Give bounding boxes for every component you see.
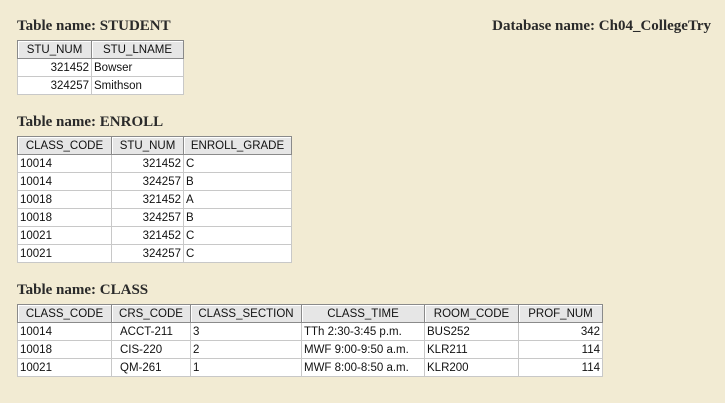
enroll-table-title: Table name: ENROLL (17, 114, 164, 130)
database-name-label: Database name: Ch04_CollegeTry (492, 18, 711, 34)
class-table: CLASS_CODE CRS_CODE CLASS_SECTION CLASS_… (17, 304, 603, 377)
column-header-class-code[interactable]: CLASS_CODE (17, 136, 112, 155)
cell-class-code: 10014 (17, 154, 112, 173)
cell-enroll-grade: A (183, 190, 292, 209)
table-row[interactable]: 324257 Smithson (17, 76, 184, 95)
cell-enroll-grade: B (183, 208, 292, 227)
cell-prof-num: 114 (518, 358, 603, 377)
cell-stu-num: 324257 (111, 244, 184, 263)
column-header-class-code[interactable]: CLASS_CODE (17, 304, 112, 323)
cell-stu-num: 321452 (111, 190, 184, 209)
table-row[interactable]: 10018 324257 B (17, 208, 292, 227)
cell-class-time: MWF 9:00-9:50 a.m. (301, 340, 425, 359)
cell-class-code: 10021 (17, 226, 112, 245)
cell-room-code: BUS252 (424, 322, 519, 341)
cell-class-time: TTh 2:30-3:45 p.m. (301, 322, 425, 341)
cell-crs-code: QM-261 (111, 358, 191, 377)
cell-class-code: 10014 (17, 172, 112, 191)
table-row[interactable]: 321452 Bowser (17, 58, 184, 77)
column-header-class-section[interactable]: CLASS_SECTION (190, 304, 302, 323)
column-header-prof-num[interactable]: PROF_NUM (518, 304, 603, 323)
cell-stu-lname: Smithson (91, 76, 184, 95)
column-header-crs-code[interactable]: CRS_CODE (111, 304, 191, 323)
student-table: STU_NUM STU_LNAME 321452 Bowser 324257 S… (17, 40, 184, 95)
column-header-class-time[interactable]: CLASS_TIME (301, 304, 425, 323)
cell-class-code: 10014 (17, 322, 112, 341)
cell-class-code: 10021 (17, 244, 112, 263)
cell-class-code: 10018 (17, 340, 112, 359)
table-row[interactable]: 10014 324257 B (17, 172, 292, 191)
cell-prof-num: 114 (518, 340, 603, 359)
table-header-row: STU_NUM STU_LNAME (17, 40, 184, 59)
cell-enroll-grade: C (183, 244, 292, 263)
cell-class-section: 1 (190, 358, 302, 377)
table-row[interactable]: 10021 324257 C (17, 244, 292, 263)
table-row[interactable]: 10021 321452 C (17, 226, 292, 245)
cell-stu-num: 324257 (111, 172, 184, 191)
cell-class-code: 10021 (17, 358, 112, 377)
cell-class-code: 10018 (17, 208, 112, 227)
column-header-stu-num[interactable]: STU_NUM (17, 40, 92, 59)
cell-enroll-grade: C (183, 154, 292, 173)
table-row[interactable]: 10018 CIS-220 2 MWF 9:00-9:50 a.m. KLR21… (17, 340, 603, 359)
cell-crs-code: CIS-220 (111, 340, 191, 359)
table-row[interactable]: 10021 QM-261 1 MWF 8:00-8:50 a.m. KLR200… (17, 358, 603, 377)
cell-prof-num: 342 (518, 322, 603, 341)
cell-crs-code: ACCT-211 (111, 322, 191, 341)
enroll-table: CLASS_CODE STU_NUM ENROLL_GRADE 10014 32… (17, 136, 292, 263)
cell-stu-num: 321452 (111, 226, 184, 245)
table-row[interactable]: 10014 321452 C (17, 154, 292, 173)
column-header-enroll-grade[interactable]: ENROLL_GRADE (183, 136, 292, 155)
table-row[interactable]: 10014 ACCT-211 3 TTh 2:30-3:45 p.m. BUS2… (17, 322, 603, 341)
cell-class-code: 10018 (17, 190, 112, 209)
table-row[interactable]: 10018 321452 A (17, 190, 292, 209)
cell-room-code: KLR200 (424, 358, 519, 377)
cell-room-code: KLR211 (424, 340, 519, 359)
column-header-stu-lname[interactable]: STU_LNAME (91, 40, 184, 59)
cell-stu-num: 321452 (17, 58, 92, 77)
cell-enroll-grade: C (183, 226, 292, 245)
class-table-title: Table name: CLASS (17, 282, 149, 298)
cell-class-time: MWF 8:00-8:50 a.m. (301, 358, 425, 377)
cell-stu-num: 324257 (111, 208, 184, 227)
cell-class-section: 2 (190, 340, 302, 359)
cell-stu-num: 321452 (111, 154, 184, 173)
student-table-title: Table name: STUDENT (17, 18, 171, 34)
cell-stu-lname: Bowser (91, 58, 184, 77)
column-header-stu-num[interactable]: STU_NUM (111, 136, 184, 155)
table-header-row: CLASS_CODE STU_NUM ENROLL_GRADE (17, 136, 292, 155)
cell-enroll-grade: B (183, 172, 292, 191)
table-header-row: CLASS_CODE CRS_CODE CLASS_SECTION CLASS_… (17, 304, 603, 323)
cell-stu-num: 324257 (17, 76, 92, 95)
cell-class-section: 3 (190, 322, 302, 341)
column-header-room-code[interactable]: ROOM_CODE (424, 304, 519, 323)
